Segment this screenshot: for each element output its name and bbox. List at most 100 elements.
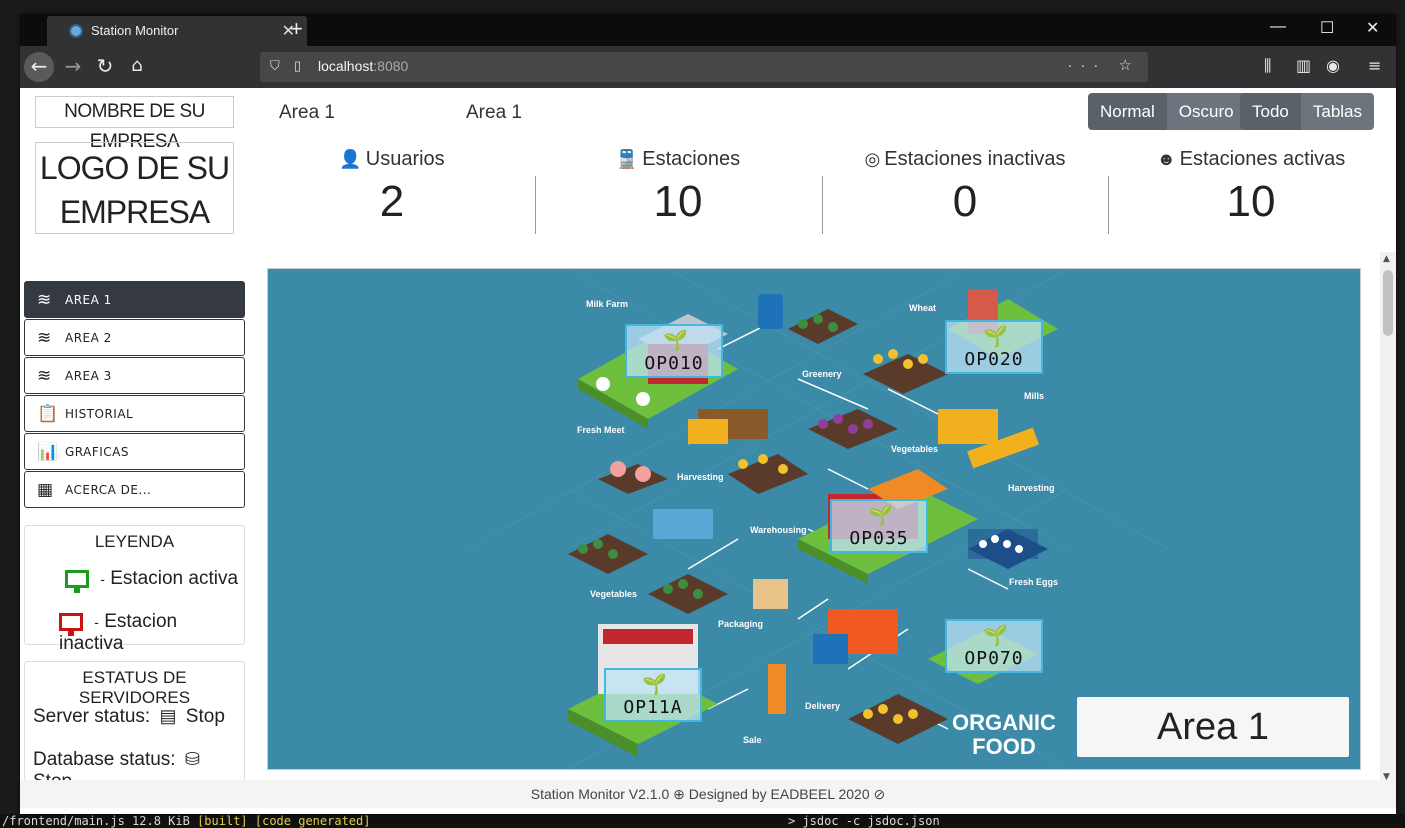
- layers-icon: ≋: [37, 328, 52, 348]
- scroll-up-icon[interactable]: ▲: [1383, 254, 1390, 264]
- station-label: OP010: [644, 353, 704, 374]
- view-button-group: Todo Tablas: [1240, 93, 1375, 130]
- stat-stations-value: 10: [653, 177, 703, 226]
- maximize-button[interactable]: ☐: [1320, 18, 1334, 38]
- station-label: OP070: [964, 648, 1024, 669]
- train-icon: 🚆: [615, 149, 639, 169]
- crosshair-icon: ⊕: [673, 786, 685, 802]
- menu-icon[interactable]: ≡: [1368, 56, 1381, 75]
- station-label: OP035: [849, 528, 909, 549]
- sprout-icon: 🌱: [663, 328, 688, 352]
- terminal-build-output: /frontend/main.js 12.8 KiB: [2, 814, 190, 828]
- station-op035[interactable]: 🌱 OP035: [830, 499, 928, 553]
- map-label: Delivery: [805, 701, 841, 711]
- smile-icon: ☻: [1156, 149, 1176, 169]
- url-bar[interactable]: ⛉ ▯ localhost:8080 ··· ☆: [260, 52, 1148, 82]
- sidebar-item-area-2[interactable]: ≋ AREA 2: [24, 319, 245, 356]
- station-op070[interactable]: 🌱 OP070: [945, 619, 1043, 673]
- database-status-label: Database status:: [33, 749, 176, 770]
- stat-inactive-stations: ◎ Estaciones inactivas 0: [822, 148, 1108, 227]
- map-area-title: Area 1: [1077, 697, 1349, 757]
- station-op010[interactable]: 🌱 OP010: [625, 324, 723, 378]
- map-label: Packaging: [718, 619, 764, 629]
- normal-theme-button[interactable]: Normal: [1088, 93, 1167, 130]
- sidebar-item-label: HISTORIAL: [65, 407, 134, 421]
- legend-active-row: - Estacion activa: [65, 568, 238, 593]
- dark-theme-button[interactable]: Oscuro: [1166, 93, 1246, 130]
- map-label: Milk Farm: [586, 299, 629, 309]
- library-icon[interactable]: ⫼: [1264, 56, 1271, 76]
- sidebar-item-label: AREA 1: [65, 293, 112, 307]
- footer-version: Station Monitor V2.1.0: [530, 786, 670, 802]
- server-status-panel: ESTATUS DE SERVIDORES Server status: ▤ S…: [24, 661, 245, 792]
- sprout-icon: 🌱: [983, 324, 1008, 348]
- page-scrollbar[interactable]: ▲ ▼: [1380, 252, 1396, 784]
- tables-view-button[interactable]: Tablas: [1300, 93, 1375, 130]
- terminal-build-status: [built] [code generated]: [197, 814, 371, 828]
- page-content: NOMBRE DE SU EMPRESA Area 1 Area 1 Norma…: [20, 88, 1396, 814]
- layers-icon: ≋: [37, 366, 52, 386]
- map-label: Warehousing: [750, 525, 807, 535]
- stat-inactive-value: 0: [952, 177, 978, 226]
- scrollbar-thumb[interactable]: [1383, 270, 1393, 336]
- stat-active-value: 10: [1226, 177, 1276, 226]
- new-tab-button[interactable]: +: [290, 16, 303, 42]
- minimize-button[interactable]: —: [1270, 18, 1286, 36]
- terminal-command: > jsdoc -c jsdoc.json: [788, 814, 940, 828]
- database-icon: ⛁: [184, 749, 200, 769]
- page-info-icon[interactable]: ▯: [294, 58, 301, 74]
- station-label: OP020: [964, 349, 1024, 370]
- station-label: OP11A: [623, 697, 683, 718]
- favicon-icon: [69, 24, 83, 38]
- stat-users: 👤 Usuarios 2: [249, 148, 535, 227]
- theme-button-group: Normal Oscuro: [1088, 93, 1246, 130]
- page-footer: Station Monitor V2.1.0 ⊕ Designed by EAD…: [20, 780, 1396, 808]
- back-button[interactable]: ←: [24, 52, 54, 82]
- map-label: Harvesting: [1008, 483, 1055, 493]
- monitor-icon: [65, 569, 89, 593]
- sidebar-item-area-3[interactable]: ≋ AREA 3: [24, 357, 245, 394]
- sprout-icon: 🌱: [642, 672, 667, 696]
- browser-tab[interactable]: Station Monitor ✕: [47, 16, 307, 46]
- browser-titlebar: Station Monitor ✕ + — ☐ ✕: [20, 14, 1396, 46]
- sidebar-toggle-icon[interactable]: ▥: [1296, 56, 1311, 75]
- url-text: localhost:8080: [318, 58, 409, 74]
- reload-button[interactable]: ↻: [90, 52, 120, 82]
- sidebar-item-acerca[interactable]: ▦ ACERCA DE...: [24, 471, 245, 508]
- map-label: Wheat: [909, 303, 936, 313]
- user-icon: 👤: [339, 149, 362, 169]
- station-op020[interactable]: 🌱 OP020: [945, 320, 1043, 374]
- map-label: Vegetables: [891, 444, 939, 454]
- stat-active-label: Estaciones activas: [1179, 148, 1346, 170]
- home-button[interactable]: ⌂: [122, 52, 152, 82]
- legend-panel: LEYENDA - Estacion activa - Estacion ina…: [24, 525, 245, 654]
- all-view-button[interactable]: Todo: [1240, 93, 1301, 130]
- page-actions[interactable]: ··· ☆: [1067, 56, 1140, 74]
- map-label: Fresh Meet: [577, 425, 625, 435]
- organic-food-logo: ORGANIC FOOD: [952, 710, 1056, 759]
- layers-icon: ≋: [37, 290, 52, 310]
- stat-users-value: 2: [379, 177, 405, 226]
- sidebar-item-label: AREA 3: [65, 369, 112, 383]
- legend-title: LEYENDA: [94, 532, 175, 551]
- sidebar-item-area-1[interactable]: ≋ AREA 1: [24, 281, 245, 318]
- terminal-status-line: /frontend/main.js 12.8 KiB [built] [code…: [0, 814, 1405, 828]
- map-label: Mills: [1024, 391, 1045, 401]
- server-status-label: Server status:: [33, 706, 151, 727]
- bar-chart-icon: 📊: [37, 442, 59, 462]
- forward-button[interactable]: →: [58, 52, 88, 82]
- close-window-button[interactable]: ✕: [1366, 18, 1379, 38]
- map-label: Harvesting: [677, 472, 724, 482]
- station-op11a[interactable]: 🌱 OP11A: [604, 668, 702, 722]
- sidebar-item-historial[interactable]: 📋 HISTORIAL: [24, 395, 245, 432]
- account-icon[interactable]: ◉: [1326, 56, 1340, 75]
- nav-link-area-1[interactable]: Area 1: [279, 102, 335, 124]
- browser-navbar: ← → ↻ ⌂ ⛉ ▯ localhost:8080 ··· ☆ ⫼ ▥ ◉ ≡: [20, 46, 1396, 88]
- stat-users-label: Usuarios: [365, 148, 445, 170]
- server-status-title: ESTATUS DE SERVIDORES: [78, 668, 191, 707]
- sprout-icon: 🌱: [868, 503, 893, 527]
- nav-link-area-1-b[interactable]: Area 1: [466, 102, 522, 124]
- shield-icon[interactable]: ⛉: [270, 58, 280, 74]
- sidebar-item-graficas[interactable]: 📊 GRAFICAS: [24, 433, 245, 470]
- table-icon: ▦: [37, 480, 54, 500]
